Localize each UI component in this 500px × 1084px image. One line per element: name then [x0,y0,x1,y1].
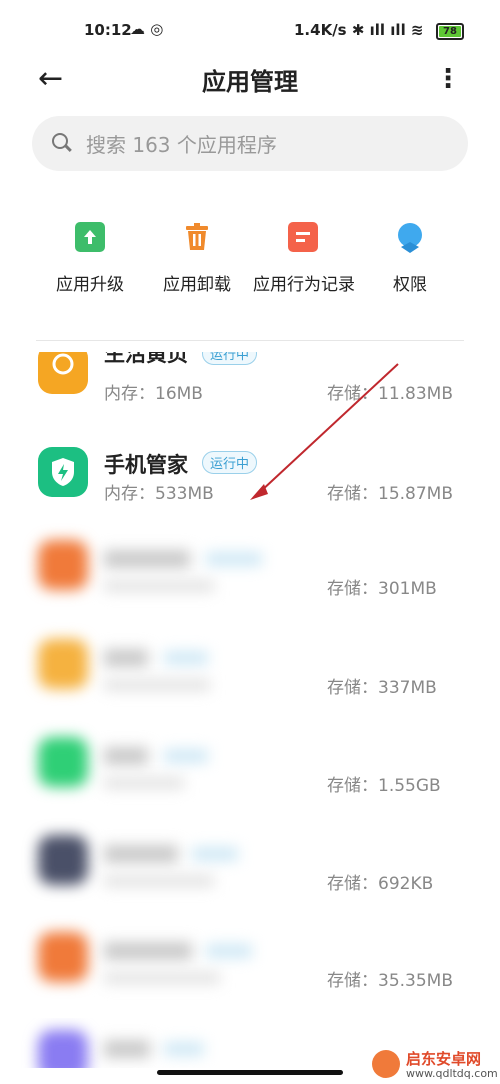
watermark-brand: 启东安卓网 [406,1050,482,1068]
annotation-arrow [250,363,399,500]
watermark-url: www.qdltdq.com [406,1067,498,1080]
home-indicator[interactable] [157,1070,343,1075]
watermark: 启东安卓网 www.qdltdq.com [372,1048,498,1082]
watermark-logo-icon [372,1050,400,1078]
